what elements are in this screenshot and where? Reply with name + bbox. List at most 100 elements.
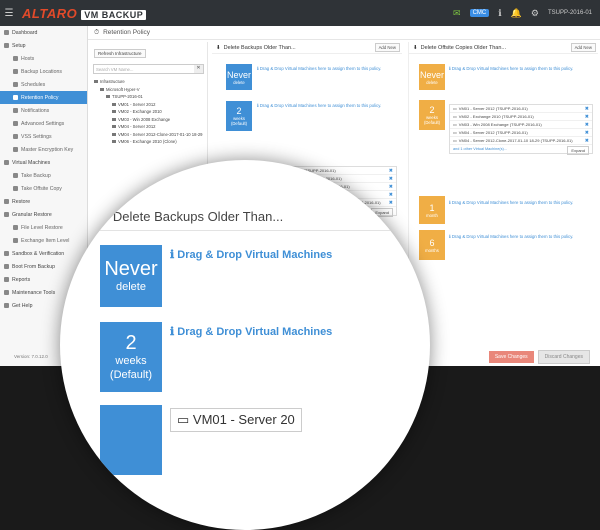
zoom-tile-never[interactable]: Never delete [100, 245, 162, 307]
offsite-vm-list: ▭ VM01 - Server 2012 (TSUPP-2016-01) ✖ ▭ VM0… [449, 104, 593, 155]
sidebar-item[interactable]: Notifications [0, 104, 87, 117]
sidebar-item-label: Sandbox & Verification [12, 250, 65, 257]
zoom-vm-row: ▭ VM01 - Server 20 [170, 408, 302, 432]
tree-node[interactable]: VM04 - Server 2012-Clone-2017-01-10 18-2… [90, 131, 207, 139]
zoom-tile-2-weeks[interactable]: 2 weeks (Default) [100, 322, 162, 392]
vm-icon [100, 87, 104, 91]
zoom-header: ⬇ Delete Backups Older Than... [96, 208, 284, 224]
sidebar-item-icon [13, 225, 18, 230]
clear-search-icon[interactable]: ✕ [194, 65, 203, 73]
sidebar-item[interactable]: Dashboard [0, 26, 87, 39]
sidebar-item-icon [4, 212, 9, 217]
sidebar-item[interactable]: Master Encryption Key [0, 143, 87, 156]
sidebar-item-label: Restore [12, 198, 31, 205]
notification-icon[interactable]: 🔔 [511, 8, 522, 19]
more-vms-link[interactable]: and 1 other Virtual Machine(s)...Expand [450, 145, 592, 155]
page-title: ⏱ Retention Policy [88, 26, 600, 40]
tree-node[interactable]: VM04 - Server 2012 [90, 123, 207, 131]
sidebar-item-label: Boot From Backup [12, 263, 55, 270]
offsite-tile-never[interactable]: Never delete [419, 64, 445, 90]
policy-tile-never[interactable]: Never delete [226, 64, 252, 90]
sidebar-item-label: Dashboard [12, 29, 38, 36]
sidebar-item-icon [4, 290, 9, 295]
remove-vm-icon[interactable]: ✖ [585, 106, 589, 112]
zoom-drag-drop-hint: ℹ Drag & Drop Virtual Machines [170, 326, 333, 338]
sidebar-item-icon [13, 134, 18, 139]
sidebar-item[interactable]: Setup [0, 39, 87, 52]
tree-node[interactable]: TSUPP-2016-01 [90, 93, 207, 101]
sidebar-item-label: Setup [12, 42, 26, 49]
vm-row[interactable]: ▭VM04 - Server 2012-Clone-2017-01-10 18-… [450, 137, 592, 145]
sidebar-item-label: Reports [12, 276, 31, 283]
sidebar-item-label: Advanced Settings [21, 120, 65, 127]
vm-row[interactable]: ▭VM03 - Win 2008 Exchange (TSUPP-2016-01… [450, 121, 592, 129]
discard-changes-button[interactable]: Discard Changes [537, 350, 590, 364]
sidebar-item-icon [4, 43, 9, 48]
sidebar-item-label: Granular Restore [12, 211, 52, 218]
vm-icon [112, 117, 116, 121]
add-new-backup-button[interactable]: Add New [374, 43, 400, 52]
version-label: Version: 7.0.12.0 [14, 354, 48, 359]
sidebar-item-icon [4, 277, 9, 282]
settings-icon[interactable]: ⚙ [531, 8, 539, 19]
backups-title: Delete Backups Older Than... [223, 44, 296, 51]
sidebar-item-icon [13, 186, 18, 191]
sidebar-item-icon [4, 251, 9, 256]
sidebar-item[interactable]: Hosts [0, 52, 87, 65]
zoom-tile-partial[interactable] [100, 405, 162, 475]
sidebar-item-icon [13, 82, 18, 87]
chat-icon[interactable]: ✉ [453, 8, 461, 19]
download-icon: ⬇ [413, 44, 418, 51]
sidebar-item[interactable]: Schedules [0, 78, 87, 91]
expand-button[interactable]: Expand [567, 146, 589, 155]
sidebar-item-icon [13, 121, 18, 126]
sidebar-item-label: VSS Settings [21, 133, 52, 140]
save-changes-button[interactable]: Save Changes [488, 351, 534, 363]
vm-icon [112, 132, 116, 136]
tree-node[interactable]: Infrastructure [90, 78, 207, 86]
vm-icon [112, 125, 116, 129]
vm-search-input[interactable]: Search VM Name... ✕ [93, 64, 204, 74]
top-bar: ☰ ALTARO VM BACKUP ✉ CMC ℹ 🔔 ⚙ TSUPP-2016… [0, 0, 600, 26]
sidebar-item[interactable]: Backup Locations [0, 65, 87, 78]
tree-node[interactable]: VM02 - Exchange 2010 [90, 108, 207, 116]
add-new-offsite-button[interactable]: Add New [570, 43, 596, 52]
vm-icon [112, 110, 116, 114]
tree-node[interactable]: VM06 - Exchange 2010 (Clone) [90, 138, 207, 146]
sidebar-item[interactable]: Retention Policy [0, 91, 87, 104]
vm-row[interactable]: ▭VM01 - Server 2012 (TSUPP-2016-01)✖ [450, 105, 592, 113]
menu-icon[interactable]: ☰ [0, 0, 18, 26]
vm-row[interactable]: ▭VM02 - Exchange 2010 (TSUPP-2016-01)✖ [450, 113, 592, 121]
sidebar-item-label: File Level Restore [21, 224, 63, 231]
remove-vm-icon[interactable]: ✖ [585, 114, 589, 120]
sidebar-item[interactable]: VSS Settings [0, 130, 87, 143]
remove-vm-icon[interactable]: ✖ [585, 130, 589, 136]
offsite-tile-2-weeks[interactable]: 2 weeks (Default) [419, 100, 445, 130]
policy-tile-2-weeks[interactable]: 2 weeks (Default) [226, 101, 252, 131]
offsite-column: ⬇ Delete Offsite Copies Older Than... Ad… [408, 42, 598, 342]
tree-node[interactable]: Microsoft Hyper-V [90, 86, 207, 94]
sidebar-item-label: Get Help [12, 302, 33, 309]
monitor-icon: ▭ [453, 138, 457, 143]
sidebar-item-label: Take Backup [21, 172, 51, 179]
sidebar-item-icon [13, 108, 18, 113]
sidebar-item-icon [4, 303, 9, 308]
sidebar-item-label: Schedules [21, 81, 46, 88]
sidebar-item-icon [13, 95, 18, 100]
remove-vm-icon[interactable]: ✖ [585, 122, 589, 128]
cmc-badge[interactable]: CMC [469, 9, 490, 17]
tree-node[interactable]: VM03 - Win 2008 Exchange [90, 116, 207, 124]
sidebar-item[interactable]: Advanced Settings [0, 117, 87, 130]
download-icon: ⬇ [216, 44, 221, 51]
tree-node[interactable]: VM01 - Server 2012 [90, 101, 207, 109]
sidebar-item-label: Virtual Machines [12, 159, 51, 166]
download-icon: ⬇ [96, 208, 107, 223]
vm-icon [112, 140, 116, 144]
sidebar-item-icon [4, 264, 9, 269]
refresh-infrastructure-button[interactable]: Refresh Infrastructure [94, 49, 146, 58]
remove-vm-icon[interactable]: ✖ [585, 138, 589, 144]
info-icon[interactable]: ℹ [498, 8, 501, 19]
sidebar-item-label: Master Encryption Key [21, 146, 74, 153]
vm-row[interactable]: ▭VM04 - Server 2012 (TSUPP-2016-01)✖ [450, 129, 592, 137]
drag-drop-hint: ℹ Drag & Drop Virtual Machines here to a… [257, 66, 382, 71]
